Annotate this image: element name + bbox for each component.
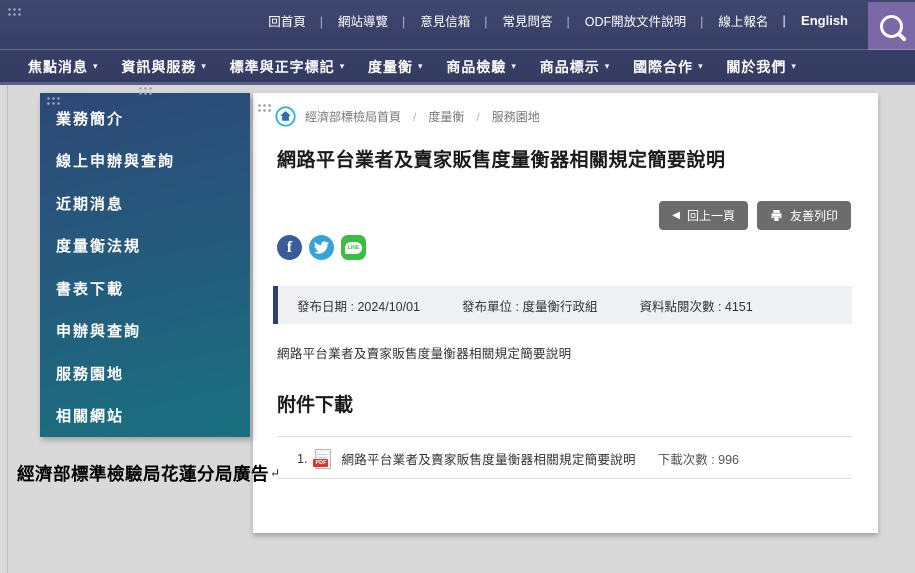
drag-handle-icon bbox=[46, 96, 61, 105]
breadcrumb-label: 經濟部標檢局首頁 bbox=[305, 108, 401, 125]
nav-item-international[interactable]: 國際合作 ▾ bbox=[633, 57, 704, 77]
breadcrumb: 經濟部標檢局首頁 度量衡 服務園地 bbox=[275, 106, 540, 127]
nav-item-about[interactable]: 關於我們 ▾ bbox=[726, 57, 797, 77]
publish-unit: 發布單位度量衡行政組 bbox=[462, 296, 597, 315]
sidebar-item-online-apply[interactable]: 線上申辦與查詢 bbox=[56, 140, 250, 183]
sidebar-item-related-sites[interactable]: 相關網站 bbox=[56, 395, 250, 438]
nav-label: 資訊與服務 bbox=[121, 57, 196, 77]
nav-item-info-services[interactable]: 資訊與服務 ▾ bbox=[121, 57, 207, 77]
action-buttons: ◀ 回上一頁 友善列印 bbox=[659, 201, 851, 230]
print-button[interactable]: 友善列印 bbox=[757, 201, 851, 230]
sidebar-item-service-area[interactable]: 服務園地 bbox=[56, 352, 250, 395]
pdf-badge: PDF bbox=[313, 459, 328, 467]
utility-link-english[interactable]: English bbox=[775, 13, 855, 28]
drag-handle-icon bbox=[7, 7, 22, 16]
nav-label: 商品標示 bbox=[540, 57, 600, 77]
page-title: 網路平台業者及賣家販售度量衡器相關規定簡要說明 bbox=[277, 145, 862, 172]
download-count-label: 下載次數 bbox=[658, 453, 718, 467]
attachment-row: 1. PDF 網路平台業者及賣家販售度量衡器相關規定簡要說明 下載次數996 bbox=[277, 440, 852, 477]
caret-down-icon: ▾ bbox=[511, 61, 517, 72]
caret-down-icon: ▾ bbox=[418, 61, 424, 72]
view-count-value: 4151 bbox=[725, 300, 753, 314]
caption-text: 經濟部標準檢驗局花蓮分局廣告 bbox=[17, 461, 269, 486]
nav-label: 焦點消息 bbox=[28, 57, 88, 77]
nav-item-inspection[interactable]: 商品檢驗 ▾ bbox=[446, 57, 517, 77]
utility-link-sitemap[interactable]: 網站導覽 bbox=[313, 11, 395, 30]
download-count: 下載次數996 bbox=[658, 449, 739, 468]
pdf-file-icon: PDF bbox=[315, 449, 331, 469]
facebook-share-button[interactable]: f bbox=[277, 235, 302, 260]
home-icon bbox=[275, 106, 296, 127]
twitter-share-button[interactable] bbox=[309, 235, 334, 260]
nav-label: 商品檢驗 bbox=[446, 57, 506, 77]
article-info-bar: 發布日期2024/10/01 發布單位度量衡行政組 資料點閱次數4151 bbox=[273, 286, 852, 324]
nav-label: 國際合作 bbox=[633, 57, 693, 77]
site-header: 回首頁 網站導覽 意見信箱 常見問答 ODF開放文件說明 線上報名 Englis… bbox=[0, 0, 915, 85]
drag-handle-icon bbox=[138, 86, 153, 95]
utility-link-home[interactable]: 回首頁 bbox=[261, 11, 313, 30]
nav-label: 關於我們 bbox=[726, 57, 786, 77]
nav-item-news[interactable]: 焦點消息 ▾ bbox=[28, 57, 99, 77]
utility-nav: 回首頁 網站導覽 意見信箱 常見問答 ODF開放文件說明 線上報名 Englis… bbox=[261, 11, 855, 30]
drag-handle-icon bbox=[257, 103, 272, 112]
caret-down-icon: ▾ bbox=[698, 61, 704, 72]
back-button[interactable]: ◀ 回上一頁 bbox=[659, 201, 748, 230]
sidebar: 業務簡介 線上申辦與查詢 近期消息 度量衡法規 書表下載 申辦與查詢 服務園地 … bbox=[40, 93, 250, 437]
divider bbox=[277, 478, 852, 479]
twitter-icon bbox=[314, 240, 329, 255]
sidebar-menu: 業務簡介 線上申辦與查詢 近期消息 度量衡法規 書表下載 申辦與查詢 服務園地 … bbox=[40, 93, 250, 437]
nav-label: 度量衡 bbox=[368, 57, 413, 77]
publish-unit-value: 度量衡行政組 bbox=[522, 300, 597, 314]
breadcrumb-current: 服務園地 bbox=[464, 108, 539, 125]
caret-down-icon: ▾ bbox=[791, 61, 797, 72]
download-count-value: 996 bbox=[718, 453, 739, 467]
paragraph-mark-icon: ↵ bbox=[270, 466, 281, 481]
back-button-label: 回上一頁 bbox=[687, 207, 735, 224]
utility-link-signup[interactable]: 線上報名 bbox=[693, 11, 775, 30]
attachment-number: 1. bbox=[297, 452, 307, 466]
sidebar-item-form-download[interactable]: 書表下載 bbox=[56, 267, 250, 310]
nav-item-standards[interactable]: 標準與正字標記 ▾ bbox=[230, 57, 346, 77]
caret-down-icon: ▾ bbox=[201, 61, 207, 72]
utility-link-faq[interactable]: 常見問答 bbox=[477, 11, 559, 30]
printer-icon bbox=[770, 209, 783, 222]
caret-down-icon: ▾ bbox=[340, 61, 346, 72]
page: 回首頁 網站導覽 意見信箱 常見問答 ODF開放文件說明 線上報名 Englis… bbox=[0, 0, 915, 573]
nav-item-metrology[interactable]: 度量衡 ▾ bbox=[368, 57, 424, 77]
caret-down-icon: ▾ bbox=[93, 61, 99, 72]
line-icon: LINE bbox=[345, 242, 362, 254]
sidebar-item-recent-news[interactable]: 近期消息 bbox=[56, 182, 250, 225]
sidebar-item-apply-query[interactable]: 申辦與查詢 bbox=[56, 310, 250, 353]
nav-label: 標準與正字標記 bbox=[230, 57, 335, 77]
search-icon bbox=[880, 15, 903, 38]
view-count-label: 資料點閱次數 bbox=[639, 300, 724, 314]
divider bbox=[277, 436, 852, 437]
sidebar-item-metrology-laws[interactable]: 度量衡法規 bbox=[56, 225, 250, 268]
back-arrow-icon: ◀ bbox=[672, 211, 680, 221]
print-button-label: 友善列印 bbox=[790, 207, 838, 224]
attachments-heading: 附件下載 bbox=[277, 390, 353, 417]
utility-link-feedback[interactable]: 意見信箱 bbox=[395, 11, 477, 30]
view-count: 資料點閱次數4151 bbox=[639, 296, 752, 315]
article-body-text: 網路平台業者及賣家販售度量衡器相關規定簡要說明 bbox=[277, 343, 571, 362]
content-panel: 經濟部標檢局首頁 度量衡 服務園地 網路平台業者及賣家販售度量衡器相關規定簡要說… bbox=[253, 93, 878, 533]
attachment-link[interactable]: 網路平台業者及賣家販售度量衡器相關規定簡要說明 bbox=[341, 449, 635, 468]
line-share-button[interactable]: LINE bbox=[341, 235, 366, 260]
publish-date: 發布日期2024/10/01 bbox=[297, 296, 420, 315]
publish-date-label: 發布日期 bbox=[297, 300, 357, 314]
facebook-icon: f bbox=[287, 239, 292, 257]
sidebar-item-business-intro[interactable]: 業務簡介 bbox=[56, 97, 250, 140]
breadcrumb-metrology[interactable]: 度量衡 bbox=[401, 108, 464, 125]
breadcrumb-home[interactable]: 經濟部標檢局首頁 bbox=[275, 106, 401, 127]
main-nav: 焦點消息 ▾ 資訊與服務 ▾ 標準與正字標記 ▾ 度量衡 ▾ 商品檢驗 ▾ 商品… bbox=[0, 49, 915, 83]
caret-down-icon: ▾ bbox=[605, 61, 611, 72]
nav-item-labeling[interactable]: 商品標示 ▾ bbox=[540, 57, 611, 77]
social-share: f LINE bbox=[277, 235, 366, 260]
document-caption: 經濟部標準檢驗局花蓮分局廣告 ↵ bbox=[17, 461, 281, 486]
page-edge-line bbox=[7, 85, 8, 573]
utility-link-odf[interactable]: ODF開放文件說明 bbox=[560, 11, 694, 30]
publish-date-value: 2024/10/01 bbox=[357, 300, 420, 314]
publish-unit-label: 發布單位 bbox=[462, 300, 522, 314]
search-button[interactable] bbox=[868, 2, 915, 50]
